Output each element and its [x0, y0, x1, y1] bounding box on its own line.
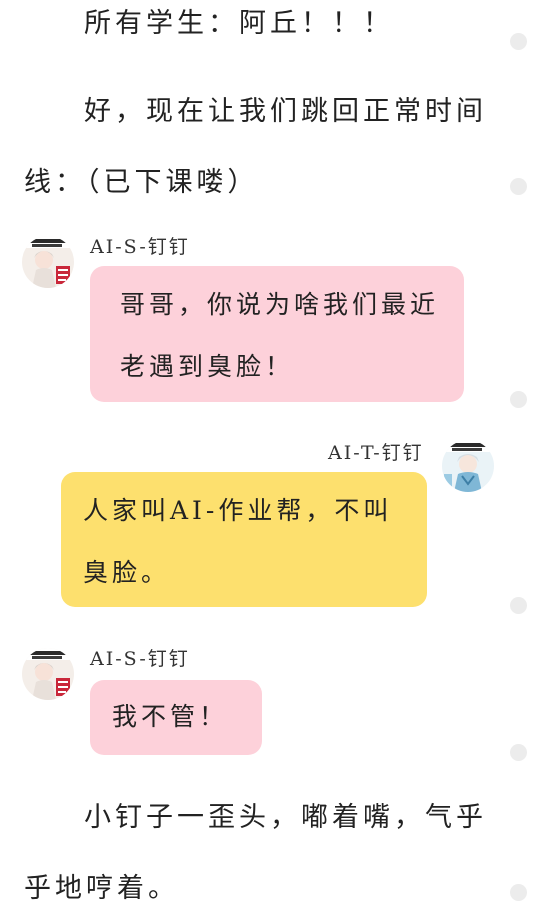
sender-avatar-s[interactable]	[22, 236, 74, 288]
side-dot	[510, 884, 527, 901]
side-dot	[510, 33, 527, 50]
chat-bubble-t-1: 人家叫AI-作业帮，不叫臭脸。	[61, 472, 427, 607]
narration-paragraph-1: 所有学生：阿丘！！！	[84, 8, 394, 39]
girl-magazine-avatar-icon	[22, 648, 74, 700]
narration-paragraph-3: 小钉子一歪头，嘟着嘴，气乎乎地哼着。	[24, 802, 487, 904]
chat-bubble-s-2: 我不管！	[90, 680, 262, 755]
sender-name-s: AI-S-钉钉	[90, 236, 190, 258]
side-dot	[510, 391, 527, 408]
sender-name-t: AI-T-钉钉	[328, 442, 424, 464]
chat-bubble-s-1: 哥哥，你说为啥我们最近老遇到臭脸！	[90, 266, 464, 402]
narration-paragraph-2: 好，现在让我们跳回正常时间线：（已下课喽）	[24, 96, 487, 198]
sender-avatar-t[interactable]	[442, 440, 494, 492]
girl-magazine-avatar-icon	[22, 236, 74, 288]
sender-name-s-2: AI-S-钉钉	[90, 648, 190, 670]
side-dot	[510, 744, 527, 761]
side-dot	[510, 597, 527, 614]
sender-avatar-s-2[interactable]	[22, 648, 74, 700]
side-dot	[510, 178, 527, 195]
boy-magazine-avatar-icon	[442, 440, 494, 492]
